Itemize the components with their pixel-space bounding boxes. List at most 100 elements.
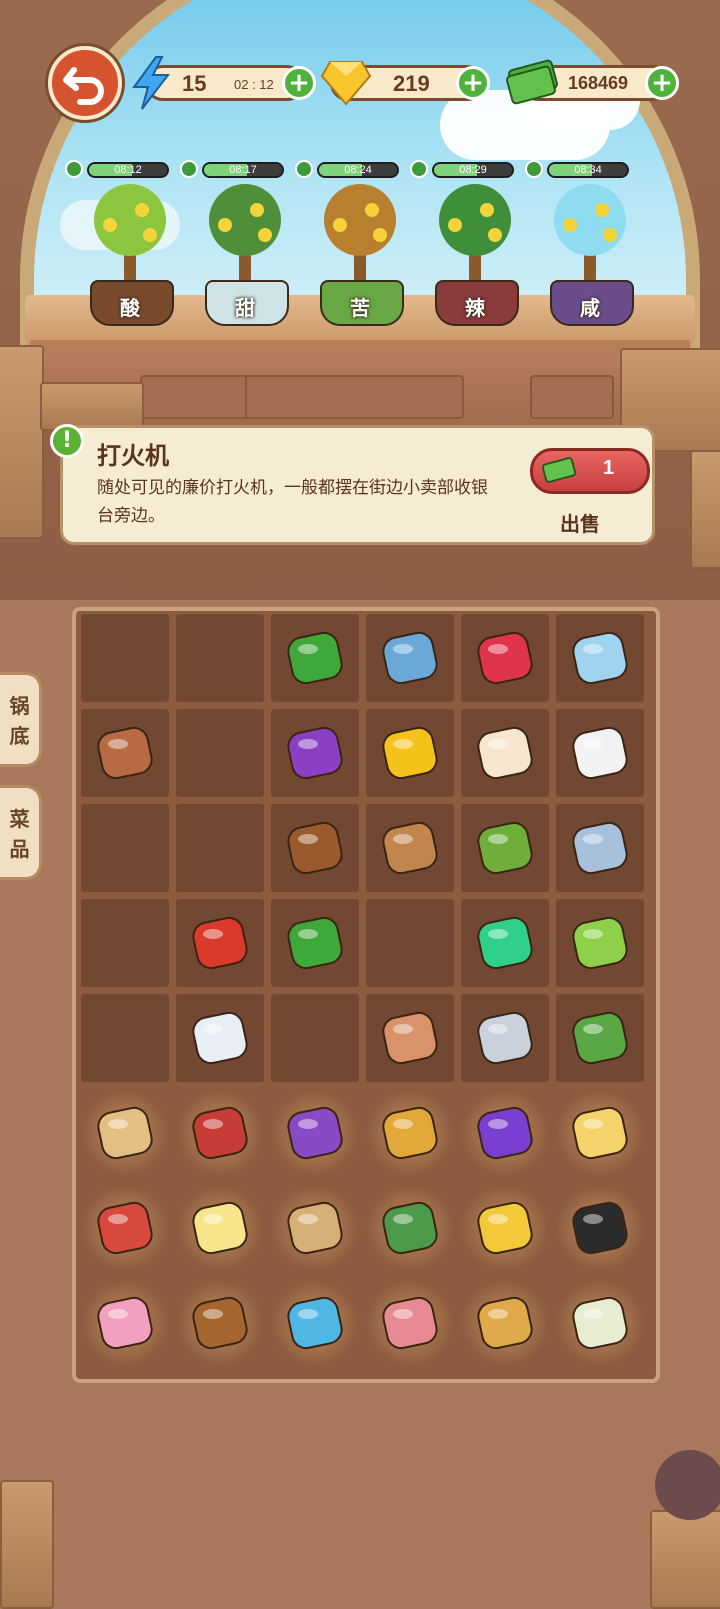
add-cash-button[interactable]: + [645,66,679,100]
salt-bowl-icon [192,1011,248,1065]
add-energy-button[interactable]: + [282,66,316,100]
lightning-icon [132,56,171,110]
green-chili-icon [287,916,343,970]
grid-cell[interactable] [365,1278,455,1368]
grid-cell[interactable] [80,613,170,703]
tofu-icon [97,726,153,780]
back-button[interactable] [48,46,122,120]
plant-label: 酸 [120,296,140,320]
grid-cell[interactable] [270,993,360,1083]
grid-cell[interactable] [460,1183,550,1273]
grid-cell[interactable] [175,898,265,988]
grid-cell[interactable] [460,993,550,1083]
grid-cell[interactable] [460,898,550,988]
grid-cell[interactable] [555,708,645,798]
grid-cell[interactable] [80,708,170,798]
grid-cell[interactable] [555,898,645,988]
grid-cell[interactable] [270,1183,360,1273]
grid-cell[interactable] [80,993,170,1083]
flavor-plant[interactable]: 甜 [190,180,300,330]
grid-cell[interactable] [555,993,645,1083]
grid-cell[interactable] [270,708,360,798]
lighter-icon [477,916,533,970]
grid-cell[interactable] [365,898,455,988]
crate [0,345,44,539]
plant-label: 辣 [465,296,485,320]
grid-cell[interactable] [270,1088,360,1178]
flavor-plant[interactable]: 酸 [75,180,185,330]
grid-cell[interactable] [555,803,645,893]
tab-dishes[interactable]: 菜品 [0,785,42,880]
clock-icon [65,160,83,178]
grid-cell[interactable] [175,1183,265,1273]
grid-cell[interactable] [460,613,550,703]
grid-cell[interactable] [175,708,265,798]
grid-cell[interactable] [555,1088,645,1178]
plant-timer: 08:29 [410,160,530,180]
earbud-icon [572,726,628,780]
candy-icon [287,726,343,780]
cell-background [176,709,264,797]
grid-cell[interactable] [80,803,170,893]
headphones-icon [382,1296,438,1350]
grid-cell[interactable] [80,898,170,988]
grid-cell[interactable] [175,803,265,893]
clock-icon [410,160,428,178]
sell-button[interactable]: 1 [530,448,650,494]
tab-broth-label: 锅底 [9,694,30,748]
info-icon: ! [50,424,84,458]
plant-label: 甜 [235,296,255,320]
grid-cell[interactable] [460,708,550,798]
grid-cell[interactable] [175,1088,265,1178]
grid-cell[interactable] [175,993,265,1083]
tab-broth[interactable]: 锅底 [0,672,42,767]
grid-cell[interactable] [365,1088,455,1178]
gem-icon [320,61,372,106]
gem-value: 219 [393,71,430,96]
key-icon [572,821,628,875]
walnut-icon [192,1296,248,1350]
grid-cell[interactable] [270,898,360,988]
spice-bowl-icon [382,821,438,875]
energy-timer: 02 : 12 [234,77,274,92]
flavor-plant[interactable]: 苦 [305,180,415,330]
add-gems-button[interactable]: + [456,66,490,100]
red-wallet-icon [97,1201,153,1255]
grid-cell[interactable] [460,1278,550,1368]
grid-cell[interactable] [365,613,455,703]
plant-label: 苦 [350,296,370,320]
cell-background [81,994,169,1082]
grid-cell[interactable] [270,1278,360,1368]
cell-background [366,899,454,987]
sell-label: 出售 [560,512,600,536]
red-chili-icon [192,916,248,970]
grid-cell[interactable] [460,1088,550,1178]
grid-cell[interactable] [270,613,360,703]
grid-cell[interactable] [365,1183,455,1273]
timer-text: 08:12 [114,164,142,176]
plant-timer: 08:24 [295,160,415,180]
grid-cell[interactable] [175,613,265,703]
grid-cell[interactable] [365,803,455,893]
plant-icon [94,184,166,285]
flavor-plant[interactable]: 辣 [420,180,530,330]
flavor-plant[interactable]: 咸 [535,180,645,330]
clock-icon [180,160,198,178]
plant-icon [324,184,396,285]
clock-icon [525,160,543,178]
grid-cell[interactable] [80,1183,170,1273]
sneaker-icon [192,1106,248,1160]
dolphin-toy-icon [287,1296,343,1350]
grid-cell[interactable] [365,993,455,1083]
grid-cell[interactable] [555,613,645,703]
grid-cell[interactable] [365,708,455,798]
grid-cell[interactable] [555,1278,645,1368]
grid-cell[interactable] [270,803,360,893]
grid-cell[interactable] [80,1278,170,1368]
grid-cell[interactable] [80,1088,170,1178]
grid-cell[interactable] [555,1183,645,1273]
grid-cell[interactable] [175,1278,265,1368]
grid-cell[interactable] [460,803,550,893]
bell-pepper-icon [382,726,438,780]
phone-icon [572,631,628,685]
